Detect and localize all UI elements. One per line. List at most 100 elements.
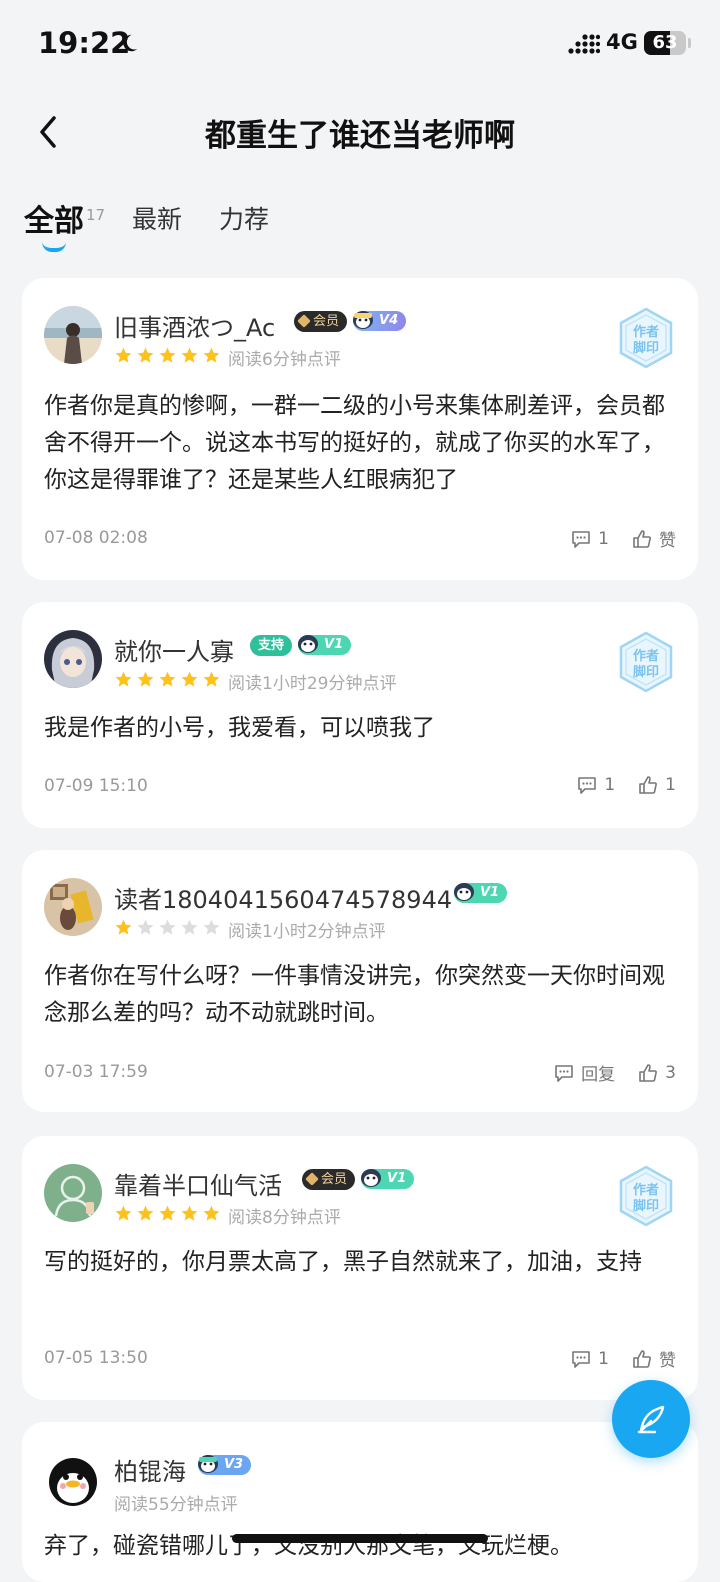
reply-count: 1 xyxy=(598,1348,609,1369)
user-badges: 会员 V1 xyxy=(302,1168,415,1190)
battery-indicator: 63 xyxy=(644,31,686,55)
reply-button[interactable]: 1 xyxy=(570,528,609,550)
reply-button[interactable]: 1 xyxy=(570,1348,609,1370)
author-footprint-stamp: 作者 脚印 xyxy=(619,307,673,369)
like-button[interactable]: 1 xyxy=(637,774,676,796)
comment-date: 07-03 17:59 xyxy=(44,1062,148,1082)
read-time: 阅读55分钟点评 xyxy=(114,1495,238,1515)
gem-icon xyxy=(297,314,311,328)
tab-all-count: 17 xyxy=(86,206,106,224)
thumb-up-icon xyxy=(639,776,658,794)
author-footprint-stamp: 作者 脚印 xyxy=(619,631,673,693)
comment-text: 我是作者的小号，我爱看，可以喷我了 xyxy=(44,715,435,741)
star-filled-icon xyxy=(115,671,132,687)
comment-card[interactable]: 柏锟海 V3 阅读55分钟点评 弃了，碰瓷错哪儿了，又没别人那文笔，又玩烂梗。 xyxy=(22,1422,698,1582)
level-label: V4 xyxy=(379,313,399,328)
avatar[interactable] xyxy=(44,630,102,688)
avatar[interactable] xyxy=(44,1450,102,1508)
battery-cap xyxy=(688,38,691,48)
mascot-icon xyxy=(198,1455,218,1473)
star-filled-icon xyxy=(181,347,198,363)
rating-stars xyxy=(114,1204,221,1223)
reply-button[interactable]: 1 xyxy=(576,774,615,796)
comment-text: 作者你在写什么呀？一件事情没讲完，你突然变一天你时间观念那么差的吗？动不动就跳时… xyxy=(44,963,665,1026)
star-filled-icon xyxy=(115,347,132,363)
user-badges: 支持 V1 xyxy=(250,634,352,656)
tab-all[interactable]: 全部 xyxy=(24,196,84,240)
status-time: 19:22 xyxy=(38,26,131,60)
star-filled-icon xyxy=(137,1205,154,1221)
comment-card[interactable]: 就你一人寡 支持 V1 阅读1小时29分钟点评 作者 脚印 我是作者的小号，我爱… xyxy=(22,602,698,828)
moon-icon xyxy=(123,34,138,52)
status-bar: 19:22 4G 63 xyxy=(0,0,720,88)
level-badge: V1 xyxy=(298,635,352,655)
username[interactable]: 就你一人寡 xyxy=(114,632,234,667)
star-filled-icon xyxy=(203,671,220,687)
star-empty-icon xyxy=(159,919,176,935)
star-filled-icon xyxy=(137,671,154,687)
star-filled-icon xyxy=(159,347,176,363)
star-filled-icon xyxy=(181,671,198,687)
username[interactable]: 旧事酒浓つ_Ac xyxy=(114,308,275,343)
reply-count: 1 xyxy=(604,775,616,795)
comment-card[interactable]: 读者1804041560474578944 V1 阅读1小时2分钟点评 作者你在… xyxy=(22,850,698,1112)
svg-text:脚印: 脚印 xyxy=(633,1198,659,1214)
comment-card[interactable]: 靠着半口仙气活 会员 V1 阅读8分钟点评 作者 脚印 写的挺好的，你月票太高了… xyxy=(22,1136,698,1400)
username[interactable]: 读者1804041560474578944 xyxy=(114,880,452,915)
signal-icon xyxy=(568,34,600,54)
level-badge: V1 xyxy=(454,883,508,903)
gem-icon xyxy=(305,1172,319,1186)
read-time: 阅读1小时2分钟点评 xyxy=(228,922,386,942)
avatar[interactable] xyxy=(44,306,102,364)
comment-actions: 1 1 xyxy=(576,774,676,796)
rating-stars xyxy=(114,918,221,937)
like-button[interactable]: 赞 xyxy=(631,526,676,551)
reply-button[interactable]: 回复 xyxy=(553,1060,615,1085)
avatar[interactable] xyxy=(44,878,102,936)
svg-text:脚印: 脚印 xyxy=(633,664,659,680)
comment-date: 07-05 13:50 xyxy=(44,1348,148,1368)
like-button[interactable]: 3 xyxy=(637,1062,676,1084)
comment-date: 07-09 15:10 xyxy=(44,776,148,796)
like-button[interactable]: 赞 xyxy=(631,1346,676,1371)
level-badge: V4 xyxy=(353,311,407,331)
member-badge: 会员 xyxy=(302,1168,356,1190)
stamp-line-2: 脚印 xyxy=(633,340,659,356)
thumb-up-icon xyxy=(633,529,651,548)
star-empty-icon xyxy=(137,919,154,935)
read-time: 阅读1小时29分钟点评 xyxy=(228,674,397,694)
comment-text: 写的挺好的，你月票太高了，黑子自然就来了，加油，支持 xyxy=(44,1249,642,1275)
like-count: 1 xyxy=(665,775,676,795)
star-filled-icon xyxy=(203,1205,220,1221)
comment-card[interactable]: 旧事酒浓つ_Ac 会员 V4 阅读6分钟点评 作者 脚印 作者你是真的惨啊，一群… xyxy=(22,278,698,580)
mascot-icon xyxy=(361,1169,382,1187)
page-title: 都重生了谁还当老师啊 xyxy=(205,118,515,154)
home-indicator xyxy=(232,1534,488,1543)
comment-actions: 1 赞 xyxy=(570,1346,676,1371)
star-filled-icon xyxy=(159,1205,176,1221)
tab-latest[interactable]: 最新 xyxy=(132,200,182,236)
star-empty-icon xyxy=(203,919,220,935)
comment-actions: 1 赞 xyxy=(570,526,676,551)
stamp-line-1: 作者 xyxy=(633,324,659,340)
username[interactable]: 柏锟海 xyxy=(114,1452,186,1487)
level-label: V1 xyxy=(324,637,344,652)
reply-count: 1 xyxy=(598,528,609,549)
level-label: V3 xyxy=(224,1457,244,1472)
thumb-up-icon xyxy=(639,1063,658,1082)
comment-icon xyxy=(555,1064,573,1082)
svg-text:作者: 作者 xyxy=(633,648,659,664)
write-review-button[interactable] xyxy=(612,1380,690,1458)
support-badge: 支持 xyxy=(250,634,293,656)
mascot-icon xyxy=(353,311,374,329)
user-badges: V3 xyxy=(198,1454,252,1476)
tab-recommended[interactable]: 力荐 xyxy=(219,200,269,236)
comment-actions: 回复 3 xyxy=(553,1060,676,1085)
username[interactable]: 靠着半口仙气活 xyxy=(114,1166,282,1201)
tab-all-label: 全部 xyxy=(24,204,84,239)
rating-stars xyxy=(114,670,221,689)
comment-icon xyxy=(572,530,590,548)
member-badge-label: 会员 xyxy=(313,313,340,329)
tab-active-indicator xyxy=(42,242,66,252)
avatar[interactable] xyxy=(44,1164,102,1222)
